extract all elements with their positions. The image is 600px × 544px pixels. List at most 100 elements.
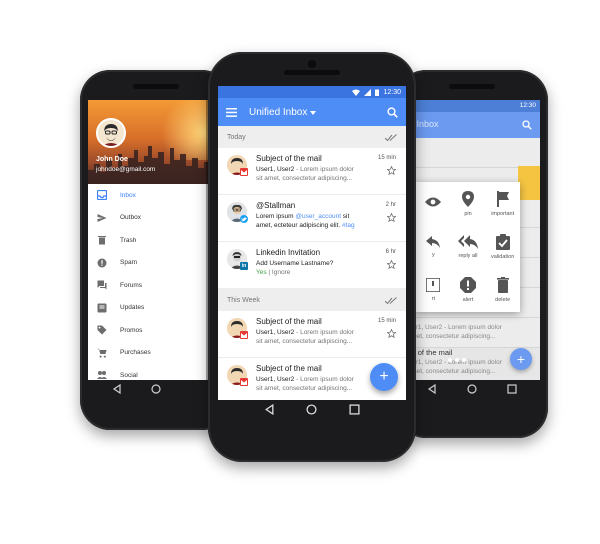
action-reply-all[interactable]: reply all bbox=[451, 225, 486, 268]
accept-link[interactable]: Yes bbox=[256, 269, 267, 276]
action-label: y bbox=[431, 251, 435, 258]
mail-item[interactable]: Subject of the mail User1, User2 - Lorem… bbox=[218, 148, 406, 195]
home-icon[interactable] bbox=[306, 404, 318, 415]
drawer-item-promos[interactable]: Promos bbox=[88, 319, 224, 342]
back-icon[interactable] bbox=[264, 404, 275, 415]
spam-icon bbox=[96, 257, 108, 269]
menu-icon[interactable] bbox=[226, 107, 237, 117]
mail-subject: Linkedin Invitation bbox=[256, 248, 321, 257]
drawer-item-inbox[interactable]: Inbox bbox=[88, 184, 224, 207]
send-icon bbox=[96, 212, 108, 224]
people-icon bbox=[96, 369, 108, 380]
inbox-screen: 12:30 Unified Inbox Today Subject of the… bbox=[218, 86, 406, 400]
eye-icon bbox=[425, 197, 442, 207]
gmail-icon bbox=[240, 378, 248, 386]
ignore-link[interactable]: Ignore bbox=[272, 269, 290, 276]
star-icon[interactable] bbox=[387, 213, 396, 222]
action-label: important bbox=[491, 210, 515, 217]
avatar[interactable] bbox=[96, 118, 126, 148]
mail-preview: Add Username Lastname? bbox=[256, 260, 334, 267]
action-delete[interactable]: delete bbox=[485, 269, 520, 312]
action-validation[interactable]: validation bbox=[485, 225, 520, 268]
alert-icon bbox=[459, 277, 476, 294]
tag-icon bbox=[96, 324, 108, 336]
mail-snippet-line: sit amet, consectetur adipiscing... bbox=[256, 338, 353, 345]
star-icon[interactable] bbox=[387, 260, 396, 269]
action-label: rt bbox=[431, 296, 436, 303]
delete-icon bbox=[496, 277, 509, 294]
drawer-header: John Doe johndoe@gmail.com bbox=[88, 100, 224, 184]
mail-snippet: Lorem ipsum bbox=[256, 213, 296, 220]
back-icon[interactable] bbox=[427, 384, 437, 394]
compose-fab[interactable]: + bbox=[370, 363, 398, 391]
action-alert[interactable]: alert bbox=[451, 269, 486, 312]
center-phone: 12:30 Unified Inbox Today Subject of the… bbox=[208, 52, 416, 462]
drawer-item-label: Social bbox=[120, 371, 138, 379]
drawer-item-label: Promos bbox=[120, 326, 143, 334]
compose-fab[interactable]: + bbox=[510, 348, 532, 370]
section-title: This Week bbox=[227, 296, 260, 304]
drawer-item-updates[interactable]: Updates bbox=[88, 297, 224, 320]
profile-email: johndoe@gmail.com bbox=[96, 166, 156, 173]
action-label: validation bbox=[491, 253, 515, 260]
hashtag-link[interactable]: #tag bbox=[342, 222, 355, 229]
action-important[interactable]: important bbox=[485, 182, 520, 225]
mail-time: 2 hr bbox=[385, 202, 396, 208]
mail-snippet-line: amet, ecteteur adipiscing elit. #tag bbox=[256, 222, 372, 229]
mail-subject: Subject of the mail bbox=[256, 154, 322, 163]
mail-item[interactable]: @Stallman Lorem ipsum @user_account sit … bbox=[218, 195, 406, 242]
recents-icon[interactable] bbox=[507, 384, 517, 394]
drawer-item-outbox[interactable]: Outbox bbox=[88, 207, 224, 230]
star-icon[interactable] bbox=[387, 329, 396, 338]
action-label: delete bbox=[495, 297, 511, 304]
drawer-item-forums[interactable]: Forums bbox=[88, 274, 224, 297]
action-label: alert bbox=[462, 297, 474, 304]
mail-snippet: - Lorem ipsum dolor bbox=[294, 376, 354, 383]
action-report[interactable]: rt bbox=[416, 269, 451, 312]
back-icon[interactable] bbox=[112, 384, 122, 394]
star-icon[interactable] bbox=[387, 166, 396, 175]
mark-all-read-icon[interactable] bbox=[385, 296, 397, 304]
mark-all-read-icon[interactable] bbox=[385, 133, 397, 141]
gmail-icon bbox=[240, 331, 248, 339]
reply-all-icon bbox=[457, 234, 478, 249]
mail-item[interactable]: Subject of the mail User1, User2 - Lorem… bbox=[218, 311, 406, 358]
mail-snippet: amet, ecteteur adipiscing elit. bbox=[256, 222, 342, 229]
drawer-item-label: Spam bbox=[120, 259, 137, 267]
action-reply[interactable]: y bbox=[416, 225, 451, 268]
home-icon[interactable] bbox=[151, 384, 161, 394]
profile-name: John Doe bbox=[96, 156, 128, 163]
search-icon[interactable] bbox=[387, 106, 398, 118]
mail-participants: User1, User2 bbox=[256, 329, 295, 336]
drawer-item-label: Trash bbox=[120, 236, 137, 244]
right-phone: 12:30 ed Inbox User1, User2 - Lorem ipsu… bbox=[396, 70, 548, 438]
action-view[interactable] bbox=[416, 182, 451, 225]
home-icon[interactable] bbox=[467, 384, 477, 394]
app-title-dropdown[interactable]: Unified Inbox bbox=[249, 107, 387, 118]
drawer-item-spam[interactable]: Spam bbox=[88, 252, 224, 275]
linkedin-icon: in bbox=[240, 262, 248, 270]
drawer-item-label: Outbox bbox=[120, 214, 141, 222]
front-camera bbox=[308, 60, 316, 68]
search-icon[interactable] bbox=[522, 120, 532, 130]
drawer-item-trash[interactable]: Trash bbox=[88, 229, 224, 252]
mail-snippet: sit bbox=[341, 213, 350, 220]
mention-link[interactable]: @user_account bbox=[295, 213, 341, 220]
mail-subject: @Stallman bbox=[256, 201, 296, 210]
reply-icon bbox=[426, 235, 441, 248]
drawer-screen: John Doe johndoe@gmail.com Inbox Outbox … bbox=[88, 100, 224, 380]
center-nav-bar bbox=[208, 404, 416, 415]
status-bar: 12:30 bbox=[218, 86, 406, 98]
recents-icon[interactable] bbox=[349, 404, 360, 415]
action-pin[interactable]: pin bbox=[451, 182, 486, 225]
clipboard-check-icon bbox=[495, 233, 510, 250]
mail-preview: Lorem ipsum @user_account sit bbox=[256, 213, 372, 220]
mail-list: Today Subject of the mail User1, User2 -… bbox=[218, 126, 406, 400]
mail-item[interactable]: in Linkedin Invitation Add Username Last… bbox=[218, 242, 406, 289]
inbox-icon bbox=[96, 189, 108, 201]
drawer-item-purchases[interactable]: Purchases bbox=[88, 342, 224, 365]
invitation-actions: Yes | Ignore bbox=[256, 269, 372, 276]
mail-preview: User1, User2 - Lorem ipsum dolor bbox=[256, 329, 372, 336]
right-nav-bar bbox=[396, 384, 548, 394]
drawer-item-social[interactable]: Social bbox=[88, 364, 224, 380]
